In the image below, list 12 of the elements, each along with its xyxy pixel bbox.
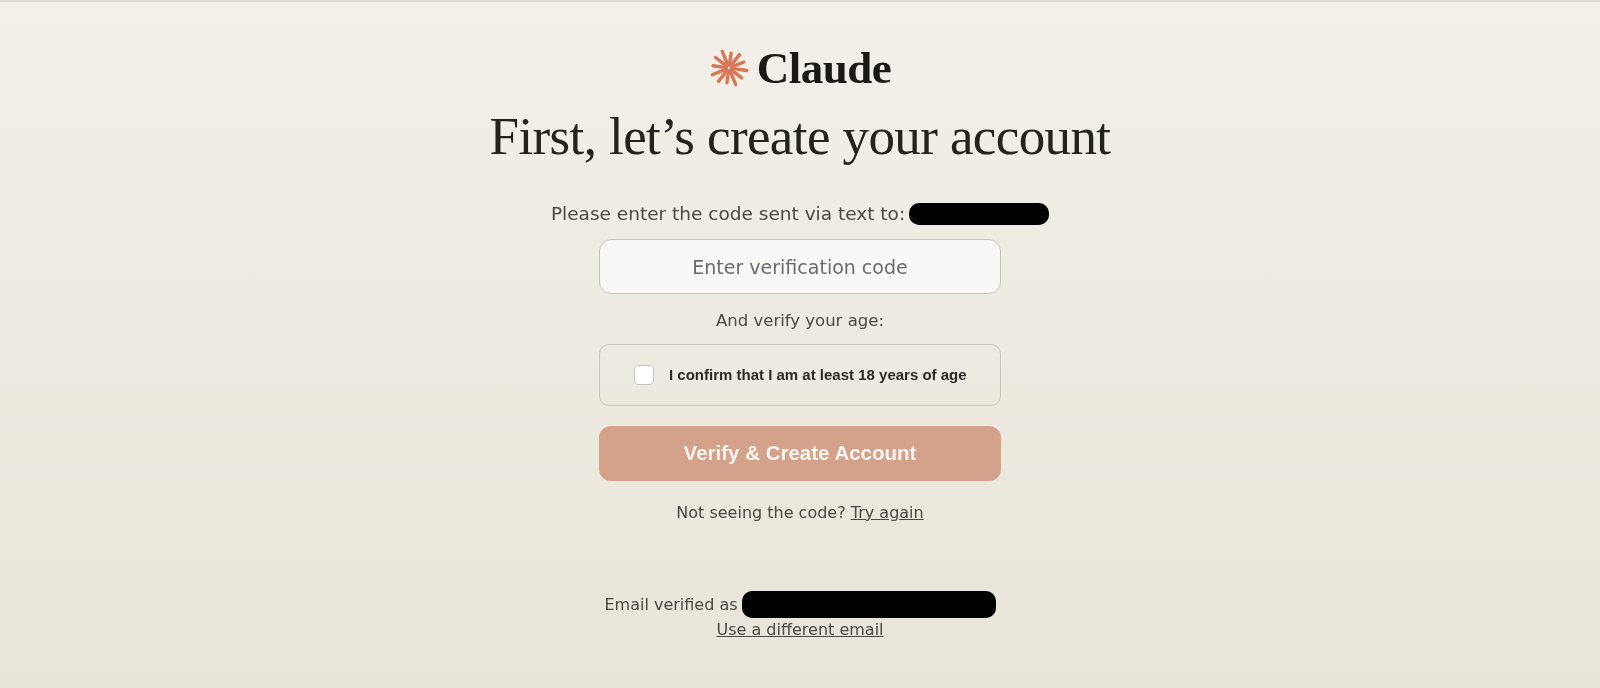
starburst-logo-icon <box>708 48 749 88</box>
checkbox-label[interactable]: I confirm that I am at least 18 years of age <box>669 363 967 387</box>
code-prompt-text: Please enter the code sent via text to: <box>550 202 906 226</box>
logo-wordmark: Claude <box>756 46 892 90</box>
use-different-email-link[interactable]: Use a different email <box>716 620 884 639</box>
age-checkbox[interactable] <box>634 365 654 385</box>
verification-code-field[interactable]: Enter verification code <box>599 239 1001 294</box>
email-verified-text: Email verified as <box>604 593 738 616</box>
resend-prompt: Not seeing the code? Try again <box>676 502 924 524</box>
try-again-link[interactable]: Try again <box>850 503 924 522</box>
age-prompt-text: And verify your age: <box>716 310 884 332</box>
page-title: First, let’s create your account <box>489 106 1111 166</box>
